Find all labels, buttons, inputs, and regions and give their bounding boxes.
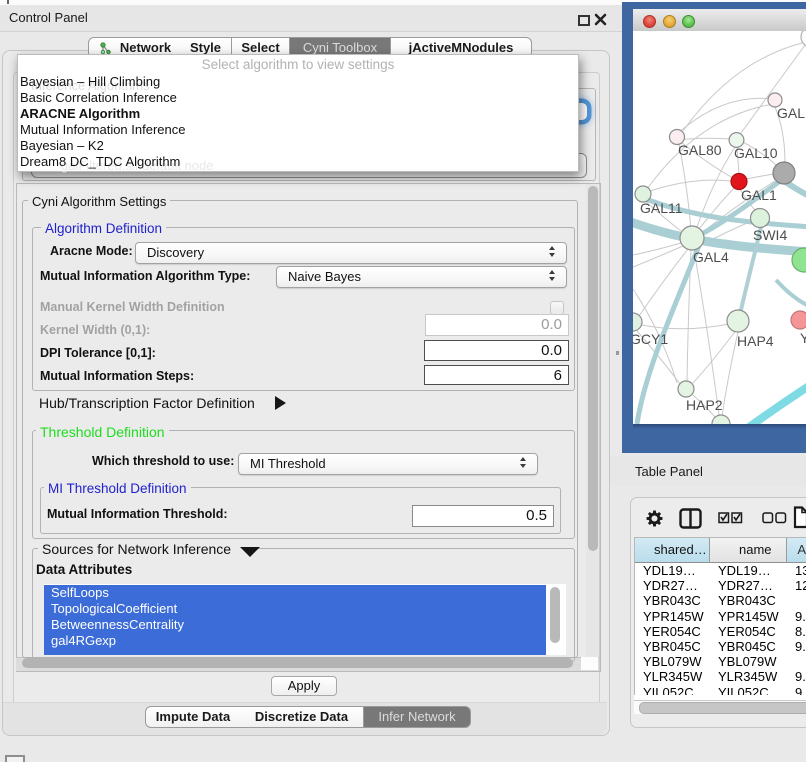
svg-text:HAP2: HAP2 xyxy=(686,397,723,413)
svg-text:Y: Y xyxy=(800,330,806,346)
svg-text:GAL80: GAL80 xyxy=(678,142,722,158)
svg-text:GAL1: GAL1 xyxy=(741,187,777,203)
svg-text:HAP4: HAP4 xyxy=(737,333,774,349)
svg-text:GAL: GAL xyxy=(777,105,805,121)
svg-text:GAL4: GAL4 xyxy=(693,249,729,265)
svg-text:SWI4: SWI4 xyxy=(753,227,787,243)
svg-text:GAL10: GAL10 xyxy=(734,145,778,161)
svg-text:GCY1: GCY1 xyxy=(633,331,668,347)
svg-text:GAL11: GAL11 xyxy=(640,200,683,216)
